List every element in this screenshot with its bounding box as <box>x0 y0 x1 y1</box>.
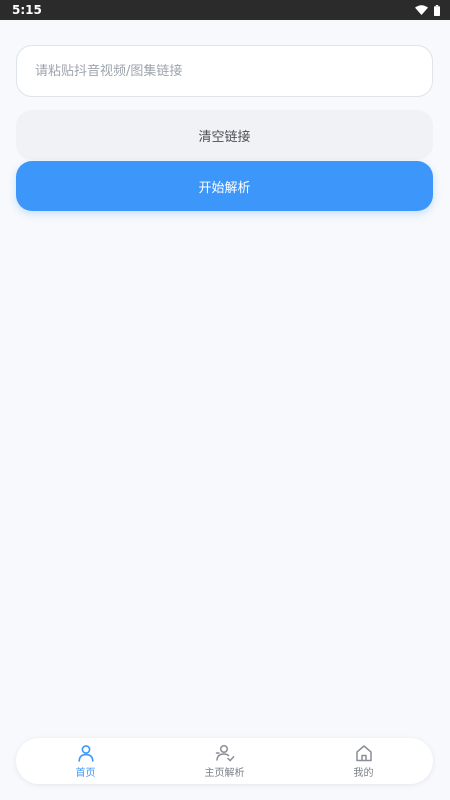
start-parse-label: 开始解析 <box>198 180 251 196</box>
person-icon <box>77 744 94 762</box>
home-icon <box>355 744 372 761</box>
wifi-icon <box>415 5 428 15</box>
clear-link-button[interactable]: 清空链接 <box>16 110 433 160</box>
bottom-nav: 首页 主页解析 我的 <box>16 738 433 784</box>
nav-item-profile-parse[interactable]: 主页解析 <box>165 738 285 784</box>
battery-icon <box>434 4 440 16</box>
nav-label-home: 首页 <box>75 767 96 779</box>
clear-link-label: 清空链接 <box>198 129 251 145</box>
nav-label-profile-parse: 主页解析 <box>204 767 245 779</box>
status-time: 5:15 <box>12 3 42 17</box>
status-bar: 5:15 <box>0 0 450 20</box>
nav-item-home[interactable]: 首页 <box>26 738 146 784</box>
nav-item-mine[interactable]: 我的 <box>304 738 424 784</box>
link-input-container <box>16 45 433 97</box>
start-parse-button[interactable]: 开始解析 <box>16 161 433 211</box>
status-icons <box>415 4 440 16</box>
profile-parse-icon <box>215 744 234 761</box>
link-input[interactable] <box>35 63 414 79</box>
nav-label-mine: 我的 <box>353 767 374 779</box>
